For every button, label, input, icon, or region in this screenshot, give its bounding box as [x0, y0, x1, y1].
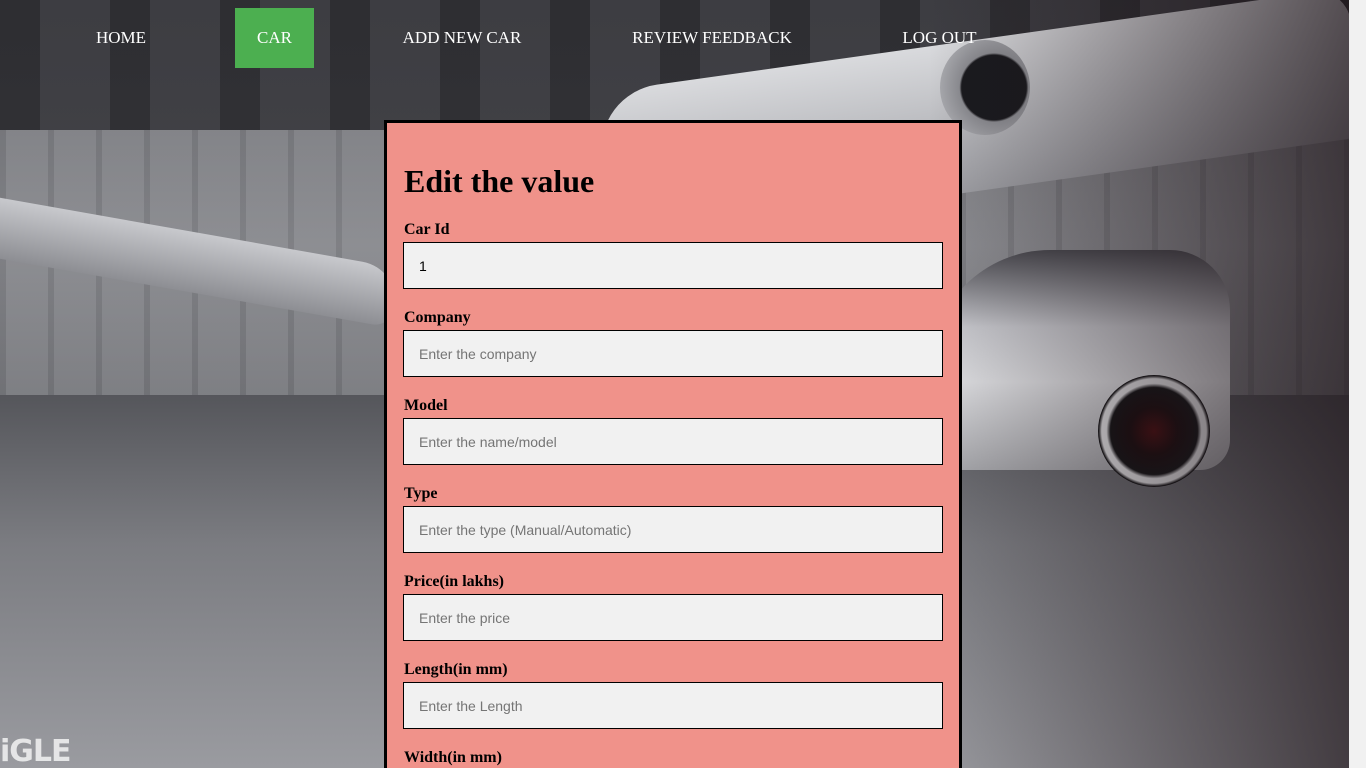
background-logo: iGLE — [0, 734, 72, 768]
length-label: Length(in mm) — [404, 661, 508, 678]
model-label: Model — [404, 397, 448, 414]
nav-add-new-car[interactable]: ADD NEW CAR — [388, 8, 536, 68]
price-label: Price(in lakhs) — [404, 573, 504, 590]
price-input[interactable] — [403, 594, 943, 641]
top-navigation: HOME CAR ADD NEW CAR REVIEW FEEDBACK LOG… — [0, 8, 1349, 68]
nav-review-feedback[interactable]: REVIEW FEEDBACK — [616, 8, 808, 68]
nav-car[interactable]: CAR — [235, 8, 314, 68]
scrollbar-thumb[interactable] — [1351, 0, 1364, 768]
type-input[interactable] — [403, 506, 943, 553]
page: iGLE HOME CAR ADD NEW CAR REVIEW FEEDBAC… — [0, 0, 1366, 768]
car-id-input[interactable] — [403, 242, 943, 289]
vertical-scrollbar[interactable] — [1349, 0, 1366, 768]
nav-log-out[interactable]: LOG OUT — [887, 8, 992, 68]
car-id-label: Car Id — [404, 221, 450, 238]
length-input[interactable] — [403, 682, 943, 729]
background-vignette — [929, 0, 1349, 768]
company-label: Company — [404, 309, 471, 326]
type-label: Type — [404, 485, 438, 502]
width-label: Width(in mm) — [404, 749, 502, 766]
model-input[interactable] — [403, 418, 943, 465]
edit-car-form: Edit the value Car Id Company Model Type… — [384, 120, 962, 768]
form-title: Edit the value — [404, 163, 595, 199]
nav-home[interactable]: HOME — [81, 8, 161, 68]
company-input[interactable] — [403, 330, 943, 377]
